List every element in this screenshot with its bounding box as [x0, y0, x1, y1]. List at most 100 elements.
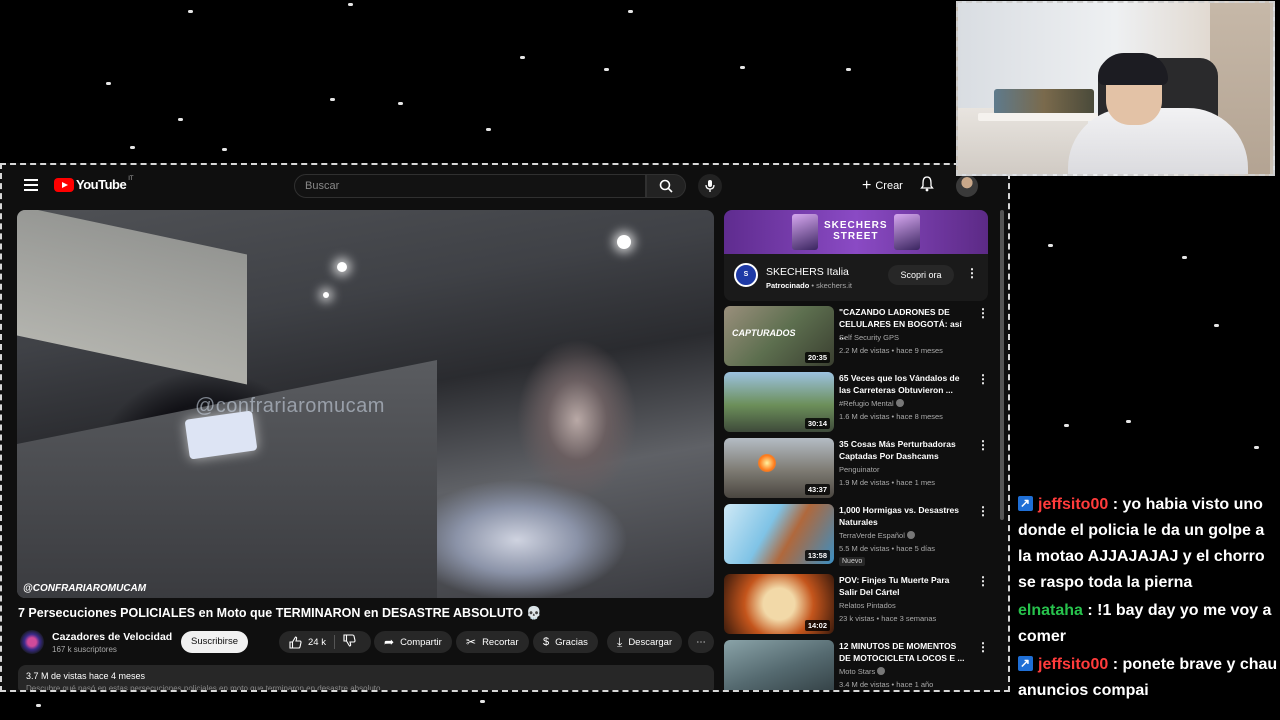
- like-button[interactable]: 24 k: [289, 635, 326, 649]
- video-thumbnail[interactable]: [724, 640, 834, 690]
- snowflake: [348, 3, 353, 6]
- recommended-video[interactable]: 13:58 1,000 Hormigas vs. Desastres Natur…: [724, 504, 989, 566]
- search-icon: [659, 179, 673, 193]
- youtube-logo[interactable]: YouTube IT: [54, 176, 134, 192]
- snowflake: [1254, 446, 1259, 449]
- more-options-icon[interactable]: ⋮: [977, 574, 989, 588]
- video-thumbnail[interactable]: 14:02: [724, 574, 834, 634]
- snowflake: [604, 68, 609, 71]
- advertiser-logo: S: [734, 263, 758, 287]
- advertiser-name[interactable]: SKECHERS Italia: [766, 266, 849, 278]
- clip-label: Recortar: [482, 636, 519, 648]
- video-thumbnail[interactable]: 13:58: [724, 504, 834, 564]
- bell-icon: [920, 176, 934, 192]
- chat-username: jeffsito00: [1038, 656, 1109, 673]
- download-label: Descargar: [628, 636, 673, 648]
- description-text: Descubre qué pasó en estas persecuciones…: [26, 684, 381, 692]
- notifications-button[interactable]: [920, 176, 934, 197]
- recommended-video[interactable]: 12 MINUTOS DE MOMENTOS DE MOTOCICLETA LO…: [724, 640, 989, 690]
- video-player[interactable]: @confrariaromucam @CONFRARIAROMUCAM: [17, 210, 714, 598]
- more-options-icon[interactable]: ⋮: [977, 504, 989, 518]
- video-thumbnail[interactable]: 30:14: [724, 372, 834, 432]
- more-actions-button[interactable]: ⋯: [688, 631, 714, 653]
- youtube-header: YouTube IT Buscar + Crear: [2, 165, 1008, 205]
- recommended-channel[interactable]: Penguinator: [839, 465, 879, 474]
- ad-domain: skechers.it: [816, 281, 852, 290]
- recommended-channel[interactable]: Self Security GPS: [839, 333, 899, 342]
- recommended-video[interactable]: 30:14 65 Veces que los Vándalos de las C…: [724, 372, 989, 432]
- recommended-channel[interactable]: TerraVerde Español: [839, 531, 915, 540]
- snowflake: [188, 10, 193, 13]
- snowflake: [36, 704, 41, 707]
- account-avatar[interactable]: [956, 175, 978, 197]
- recommended-channel[interactable]: #Refugio Mental: [839, 399, 904, 408]
- dislike-button[interactable]: [343, 634, 356, 650]
- ad-cta-button[interactable]: Scopri ora: [888, 265, 954, 285]
- street-light: [337, 262, 347, 272]
- video-thumbnail[interactable]: 43:37: [724, 438, 834, 498]
- webcam-feed: [956, 1, 1275, 176]
- video-duration: 14:02: [804, 620, 830, 631]
- snowflake: [1182, 256, 1187, 259]
- chat-message: jeffsito00 : yo habia visto uno donde el…: [1018, 490, 1280, 596]
- recommended-video[interactable]: 43:37 35 Cosas Más Perturbadoras Captada…: [724, 438, 989, 498]
- more-options-icon[interactable]: ⋮: [977, 640, 989, 654]
- description-box[interactable]: 3.7 M de vistas hace 4 meses Descubre qu…: [18, 665, 714, 692]
- channel-name[interactable]: Cazadores de Velocidad: [52, 631, 172, 643]
- more-options-icon[interactable]: ⋮: [977, 306, 989, 320]
- snowflake: [106, 82, 111, 85]
- thanks-button[interactable]: $ Gracias: [533, 631, 598, 653]
- recommended-title[interactable]: 35 Cosas Más Perturbadoras Captadas Por …: [839, 438, 969, 462]
- recommended-channel[interactable]: Relatos Pintados: [839, 601, 896, 610]
- divider: [333, 635, 335, 649]
- channel-avatar[interactable]: [20, 630, 44, 654]
- recommended-meta: 5.5 M de vistas • hace 5 días: [839, 544, 936, 553]
- snowflake: [486, 128, 491, 131]
- ad-banner[interactable]: SKECHERS STREET: [724, 210, 988, 254]
- webcam-person-body: [1068, 108, 1248, 174]
- channel-text: Moto Stars: [839, 667, 876, 676]
- recommended-title[interactable]: 65 Veces que los Vándalos de las Carrete…: [839, 372, 969, 396]
- recommended-title[interactable]: 1,000 Hormigas vs. Desastres Naturales: [839, 504, 969, 528]
- sponsored-label: Patrocinado • skechers.it: [766, 281, 852, 290]
- chat-badge-icon: [1018, 650, 1033, 676]
- recommended-title[interactable]: POV: Finjes Tu Muerte Para Salir Del Cár…: [839, 574, 969, 598]
- more-options-icon[interactable]: ⋮: [977, 438, 989, 452]
- voice-search-button[interactable]: [698, 174, 722, 198]
- sponsored-ad[interactable]: SKECHERS STREET S SKECHERS Italia Patroc…: [724, 210, 988, 301]
- thumbnail-text: CAPTURADOS: [732, 328, 796, 338]
- headlight: [617, 235, 631, 249]
- recommended-meta: 1.9 M de vistas • hace 1 mes: [839, 478, 936, 487]
- snowflake: [1126, 420, 1131, 423]
- webcam-desk: [978, 113, 1098, 121]
- webcam-shelf-items: [994, 89, 1094, 115]
- recommended-video[interactable]: 14:02 POV: Finjes Tu Muerte Para Salir D…: [724, 574, 989, 634]
- chat-message: elnataha : !1 bay day yo me voy a comer: [1018, 598, 1280, 650]
- create-button[interactable]: + Crear: [854, 175, 911, 197]
- video-thumbnail[interactable]: CAPTURADOS 20:35: [724, 306, 834, 366]
- subscribe-button[interactable]: Suscribirse: [181, 631, 248, 653]
- ad-banner-line: STREET: [833, 231, 879, 242]
- clip-button[interactable]: ✂ Recortar: [456, 631, 529, 653]
- snowflake: [520, 56, 525, 59]
- more-icon: ⋯: [696, 636, 706, 648]
- like-dislike-group: 24 k: [279, 631, 371, 653]
- more-options-icon[interactable]: ⋮: [977, 372, 989, 386]
- video-duration: 43:37: [804, 484, 830, 495]
- search-button[interactable]: [646, 174, 686, 198]
- snowflake: [480, 700, 485, 703]
- recommended-video[interactable]: CAPTURADOS 20:35 "CAZANDO LADRONES DE CE…: [724, 306, 989, 366]
- youtube-play-icon: [54, 177, 74, 192]
- download-button[interactable]: ⤓ Descargar: [607, 631, 683, 653]
- ad-image: [894, 214, 920, 250]
- new-badge: Nuevo: [839, 557, 866, 566]
- snowflake: [1214, 324, 1219, 327]
- menu-icon[interactable]: [24, 179, 38, 191]
- create-label: Crear: [875, 180, 903, 192]
- recommended-title[interactable]: 12 MINUTOS DE MOMENTOS DE MOTOCICLETA LO…: [839, 640, 969, 664]
- recommended-channel[interactable]: Moto Stars: [839, 667, 886, 676]
- ad-options-icon[interactable]: ⋮: [966, 266, 978, 280]
- share-button[interactable]: ➦ Compartir: [374, 631, 452, 653]
- search-input[interactable]: Buscar: [294, 174, 646, 198]
- sidebar-scrollbar[interactable]: [1000, 210, 1004, 520]
